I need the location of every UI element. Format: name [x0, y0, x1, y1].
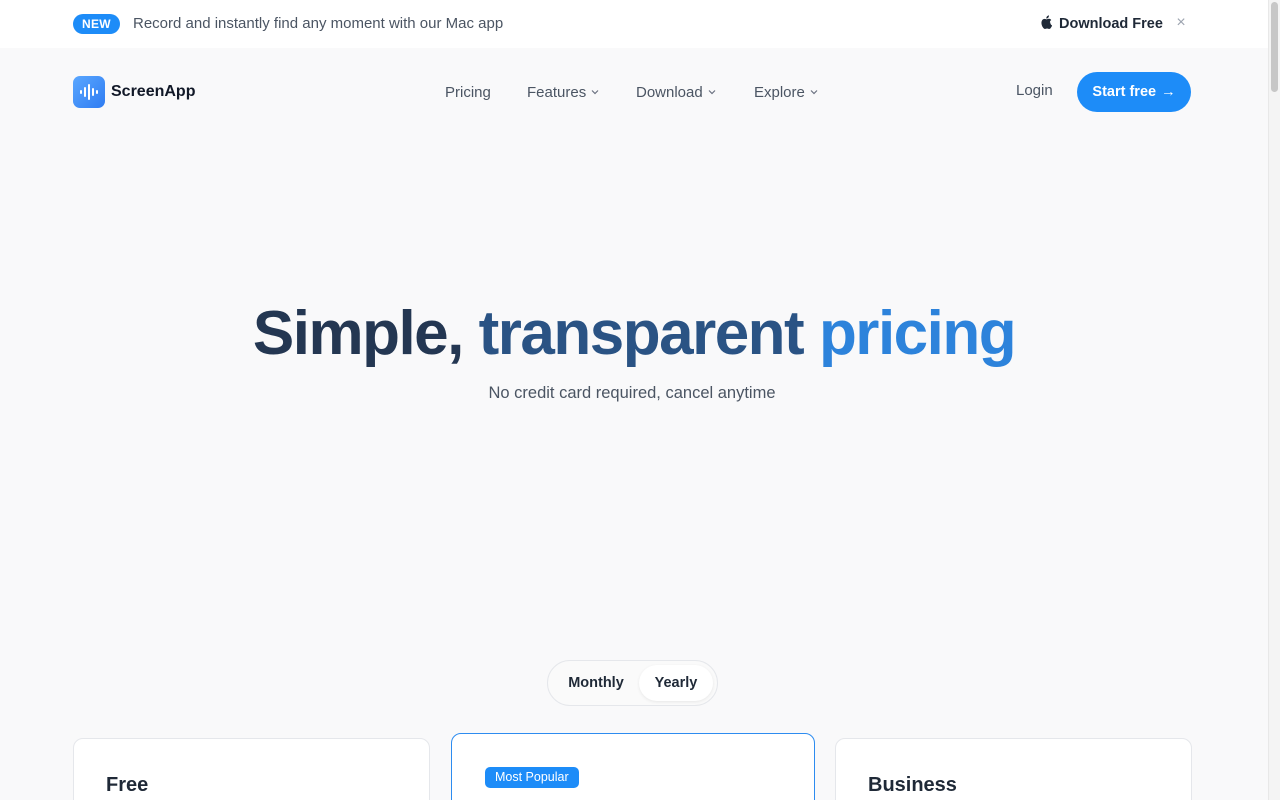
- download-free-link[interactable]: Download Free: [1040, 14, 1163, 34]
- announcement-text: Record and instantly find any moment wit…: [133, 15, 504, 32]
- title-part-3: pricing: [818, 299, 1017, 368]
- login-link[interactable]: Login: [1016, 82, 1053, 99]
- title-part-1: Simple,: [252, 299, 465, 368]
- nav-item-label: Download: [636, 83, 703, 101]
- plan-card-business: Business: [835, 738, 1192, 800]
- new-badge: NEW: [73, 14, 120, 34]
- page-subtitle: No credit card required, cancel anytime: [488, 384, 776, 402]
- billing-option-monthly[interactable]: Monthly: [554, 665, 638, 701]
- chevron-down-icon: [810, 90, 818, 95]
- page-title: Simple, transparent pricing: [0, 298, 1268, 370]
- nav-item-label: Explore: [754, 83, 805, 101]
- plan-card-popular: Most Popular: [451, 733, 815, 800]
- plan-name: Business: [868, 774, 957, 796]
- start-free-button[interactable]: Start free →: [1077, 72, 1191, 112]
- nav-item-explore[interactable]: Explore: [754, 82, 819, 102]
- chevron-down-icon: [591, 90, 599, 95]
- nav-item-label: Features: [527, 83, 587, 101]
- chevron-down-icon: [708, 90, 716, 95]
- arrow-right-icon: →: [1161, 84, 1176, 100]
- nav-item-download[interactable]: Download: [636, 82, 717, 102]
- nav-item-features[interactable]: Features: [527, 82, 600, 102]
- title-part-2: transparent: [478, 299, 805, 368]
- download-free-label: Download Free: [1059, 16, 1163, 32]
- scrollbar-thumb[interactable]: [1271, 2, 1278, 92]
- plan-name: Free: [106, 774, 149, 796]
- nav-item-pricing[interactable]: Pricing: [445, 82, 491, 102]
- nav-item-label: Pricing: [445, 83, 491, 101]
- brand-logo[interactable]: ScreenApp: [73, 76, 195, 108]
- billing-option-yearly[interactable]: Yearly: [639, 665, 713, 701]
- page-scrollbar[interactable]: [1268, 0, 1280, 800]
- plan-card-free: Free: [73, 738, 430, 800]
- apple-icon: [1040, 15, 1053, 33]
- start-free-label: Start free: [1092, 84, 1157, 100]
- waveform-icon: [73, 76, 105, 108]
- brand-name: ScreenApp: [111, 83, 196, 100]
- most-popular-badge: Most Popular: [485, 767, 579, 788]
- close-icon[interactable]: ×: [1174, 15, 1188, 31]
- announcement-bar: NEW Record and instantly find any moment…: [0, 0, 1268, 48]
- billing-toggle: Monthly Yearly: [547, 660, 718, 706]
